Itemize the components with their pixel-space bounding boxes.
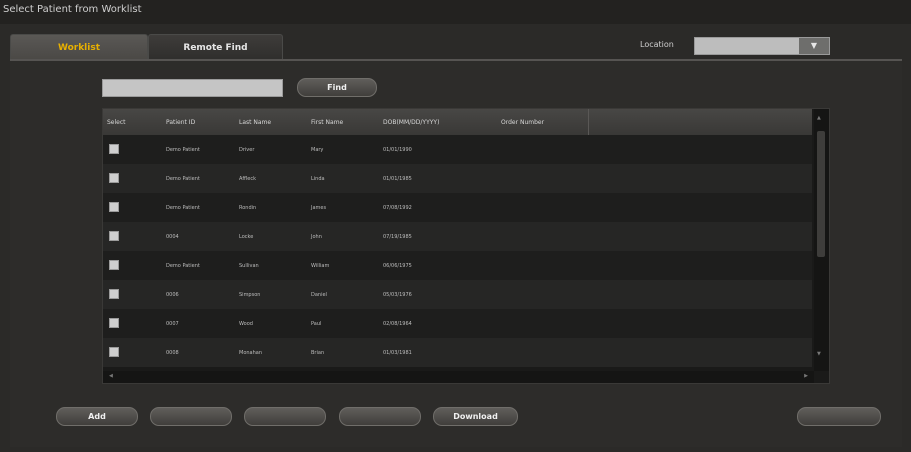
cell-last-name: Wood: [239, 321, 253, 327]
tab-worklist[interactable]: Worklist: [10, 34, 148, 60]
cell-first-name: Linda: [311, 176, 325, 182]
select-checkbox[interactable]: [109, 318, 119, 328]
cell-dob: 07/19/1985: [383, 234, 412, 240]
cell-patient-id: 0008: [166, 350, 179, 356]
cell-patient-id: 0004: [166, 234, 179, 240]
cell-patient-id: Demo Patient: [166, 147, 200, 153]
chevron-down-icon[interactable]: ▼: [799, 38, 829, 54]
cell-dob: 01/03/1981: [383, 350, 412, 356]
cell-last-name: Driver: [239, 147, 255, 153]
cell-patient-id: Demo Patient: [166, 205, 200, 211]
select-checkbox[interactable]: [109, 144, 119, 154]
column-header-order-number[interactable]: Order Number: [501, 119, 544, 126]
cell-last-name: Simpson: [239, 292, 261, 298]
location-dropdown[interactable]: ▼: [694, 37, 830, 55]
disabled-button-2[interactable]: [244, 407, 326, 426]
scrollbar-thumb[interactable]: [817, 131, 825, 257]
table-header: Select Patient ID Last Name First Name D…: [103, 109, 812, 135]
download-button[interactable]: Download: [433, 407, 518, 426]
cell-patient-id: 0006: [166, 292, 179, 298]
disabled-button-1[interactable]: [150, 407, 232, 426]
table-row[interactable]: Demo Patient Driver Mary 01/01/1990: [103, 135, 812, 164]
cell-dob: 01/01/1985: [383, 176, 412, 182]
scroll-up-icon[interactable]: ▲: [817, 115, 821, 121]
cell-patient-id: Demo Patient: [166, 263, 200, 269]
add-button[interactable]: Add: [56, 407, 138, 426]
select-checkbox[interactable]: [109, 173, 119, 183]
search-input[interactable]: [102, 79, 283, 97]
vertical-scrollbar[interactable]: ▲ ▼: [814, 109, 829, 371]
select-checkbox[interactable]: [109, 231, 119, 241]
cell-dob: 06/06/1975: [383, 263, 412, 269]
cell-patient-id: 0007: [166, 321, 179, 327]
scroll-left-icon[interactable]: ◀: [109, 373, 113, 379]
cell-first-name: Daniel: [311, 292, 327, 298]
column-divider: [588, 109, 589, 135]
patient-table: Select Patient ID Last Name First Name D…: [102, 108, 830, 384]
select-checkbox[interactable]: [109, 202, 119, 212]
ok-button[interactable]: [797, 407, 881, 426]
cell-dob: 01/01/1990: [383, 147, 412, 153]
scroll-right-icon[interactable]: ▶: [804, 373, 808, 379]
tab-divider: [10, 59, 902, 61]
select-checkbox[interactable]: [109, 260, 119, 270]
column-header-last-name[interactable]: Last Name: [239, 119, 271, 126]
horizontal-scrollbar[interactable]: ◀ ▶: [103, 371, 814, 383]
cell-last-name: Sullivan: [239, 263, 259, 269]
table-row[interactable]: Demo Patient Affleck Linda 01/01/1985: [103, 164, 812, 193]
column-header-first-name[interactable]: First Name: [311, 119, 343, 126]
window-title: Select Patient from Worklist: [3, 4, 142, 15]
cell-last-name: Affleck: [239, 176, 256, 182]
window-title-bar: Select Patient from Worklist: [0, 0, 911, 24]
cell-dob: 05/03/1976: [383, 292, 412, 298]
table-row[interactable]: 0008 Monahan Brian 01/03/1981: [103, 338, 812, 367]
table-row[interactable]: Demo Patient Rondin James 07/08/1992: [103, 193, 812, 222]
column-header-select[interactable]: Select: [107, 119, 126, 126]
cell-dob: 02/08/1964: [383, 321, 412, 327]
select-checkbox[interactable]: [109, 347, 119, 357]
tab-remote-find[interactable]: Remote Find: [148, 34, 283, 60]
location-label: Location: [640, 40, 674, 49]
cell-dob: 07/08/1992: [383, 205, 412, 211]
table-row[interactable]: 0004 Locke John 07/19/1985: [103, 222, 812, 251]
cell-first-name: John: [311, 234, 322, 240]
select-checkbox[interactable]: [109, 289, 119, 299]
column-header-dob[interactable]: DOB(MM/DD/YYYY): [383, 119, 439, 126]
table-row[interactable]: 0007 Wood Paul 02/08/1964: [103, 309, 812, 338]
scroll-down-icon[interactable]: ▼: [817, 351, 821, 357]
cell-first-name: Brian: [311, 350, 325, 356]
cell-last-name: Locke: [239, 234, 254, 240]
cell-first-name: William: [311, 263, 330, 269]
cell-first-name: James: [311, 205, 327, 211]
find-button[interactable]: Find: [297, 78, 377, 97]
cell-last-name: Rondin: [239, 205, 257, 211]
table-row[interactable]: 0006 Simpson Daniel 05/03/1976: [103, 280, 812, 309]
cell-first-name: Mary: [311, 147, 324, 153]
cell-patient-id: Demo Patient: [166, 176, 200, 182]
cell-first-name: Paul: [311, 321, 322, 327]
cell-last-name: Monahan: [239, 350, 263, 356]
disabled-button-3[interactable]: [339, 407, 421, 426]
table-row[interactable]: Demo Patient Sullivan William 06/06/1975: [103, 251, 812, 280]
column-header-patient-id[interactable]: Patient ID: [166, 119, 195, 126]
